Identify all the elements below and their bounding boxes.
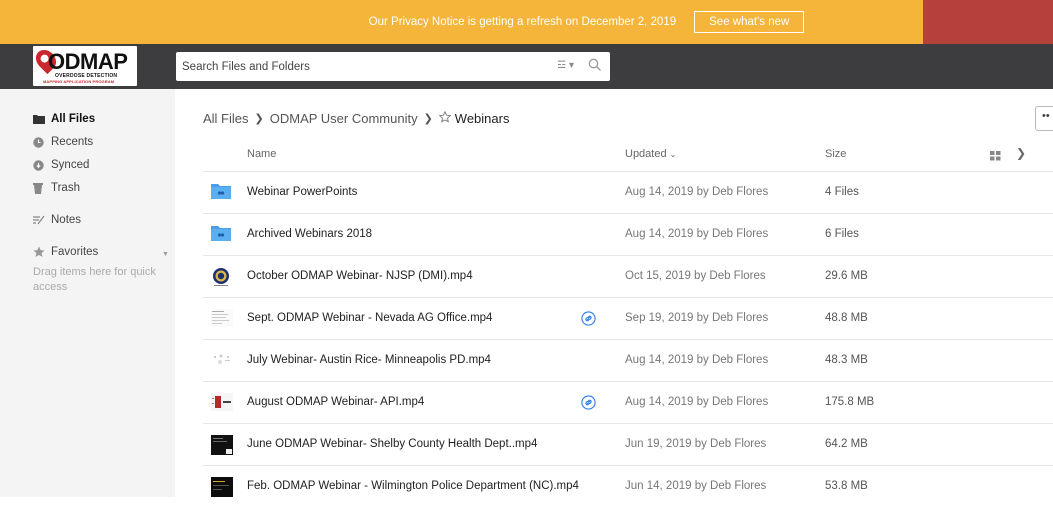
sidebar-item-trash[interactable]: Trash	[33, 182, 80, 194]
sidebar-item-favorites[interactable]: Favorites	[33, 246, 98, 258]
search-filter-icon[interactable]: ☲ ▾	[557, 60, 574, 71]
video-thumbnail	[211, 477, 233, 497]
breadcrumb: All Files ❯ ODMAP User Community ❯ Webin…	[203, 110, 510, 126]
shared-folder-icon	[211, 225, 231, 245]
search-icon[interactable]	[588, 58, 602, 77]
shared-link-icon[interactable]	[581, 311, 596, 326]
sort-chevron-down-icon: ⌄	[669, 150, 677, 159]
clock-icon	[33, 136, 47, 148]
sidebar-item-all-files[interactable]: All Files	[33, 113, 95, 125]
sidebar-item-label: Trash	[51, 182, 80, 194]
sidebar-item-label: Recents	[51, 136, 94, 148]
folder-icon	[33, 114, 47, 124]
column-header-size[interactable]: Size	[825, 148, 846, 160]
item-name[interactable]: Archived Webinars 2018	[247, 228, 372, 240]
grid-view-icon[interactable]	[990, 148, 1001, 166]
item-size: 53.8 MB	[825, 480, 868, 492]
video-thumbnail	[211, 393, 233, 413]
sidebar-item-label: All Files	[51, 113, 96, 125]
sync-icon	[33, 159, 47, 171]
item-updated: Jun 14, 2019 by Deb Flores	[625, 480, 767, 492]
item-size: 29.6 MB	[825, 270, 868, 282]
sidebar-item-label: Favorites	[51, 246, 99, 258]
folder-row[interactable]: Archived Webinars 2018 Aug 14, 2019 by De…	[203, 213, 1053, 255]
item-size: 48.8 MB	[825, 312, 868, 324]
column-header-name[interactable]: Name	[247, 148, 276, 160]
chevron-down-icon[interactable]: ▼	[162, 251, 169, 258]
top-header: ODMAP OVERDOSE DETECTION MAPPING APPLICA…	[0, 44, 1053, 89]
item-updated: Aug 14, 2019 by Deb Flores	[625, 396, 769, 408]
item-updated: Aug 14, 2019 by Deb Flores	[625, 354, 769, 366]
sidebar-item-label: Notes	[51, 214, 82, 226]
column-header-updated[interactable]: Updated ⌄	[625, 148, 676, 160]
trash-icon	[33, 182, 47, 194]
file-row[interactable]: July Webinar- Austin Rice- Minneapolis P…	[203, 339, 1053, 381]
sidebar-item-synced[interactable]: Synced	[33, 159, 89, 171]
item-name[interactable]: Webinar PowerPoints	[247, 186, 357, 198]
search-bar: ☲ ▾	[176, 52, 610, 81]
item-updated: Oct 15, 2019 by Deb Flores	[625, 270, 766, 282]
shared-link-icon[interactable]	[581, 395, 596, 410]
chevron-right-icon: ❯	[423, 113, 433, 125]
file-row[interactable]: October ODMAP Webinar- NJSP (DMI).mp4 Oct…	[203, 255, 1053, 297]
logo-tagline-2: MAPPING APPLICATION PROGRAM	[43, 79, 115, 84]
sidebar: All Files Recents Synced Trash Notes Fav…	[0, 89, 175, 497]
shared-folder-icon	[211, 183, 231, 203]
item-size: 4 Files	[825, 186, 859, 198]
item-size: 175.8 MB	[825, 396, 875, 408]
column-header-updated-label: Updated	[625, 148, 667, 160]
corner-decoration	[923, 0, 1053, 44]
item-name[interactable]: June ODMAP Webinar- Shelby County Health…	[247, 438, 537, 450]
sidebar-item-notes[interactable]: Notes	[33, 214, 81, 226]
logo-wordmark: ODMAP	[48, 49, 128, 74]
see-whats-new-button[interactable]: See what's new	[694, 11, 805, 33]
breadcrumb-odmap-user-community[interactable]: ODMAP User Community	[270, 111, 418, 126]
privacy-notice-text: Our Privacy Notice is getting a refresh …	[368, 16, 677, 28]
notes-icon	[33, 215, 47, 225]
file-row[interactable]: Feb. ODMAP Webinar - Wilmington Police D…	[203, 465, 1053, 507]
chevron-right-icon: ❯	[254, 113, 264, 125]
sidebar-item-label: Synced	[51, 159, 90, 171]
breadcrumb-all-files[interactable]: All Files	[203, 111, 249, 126]
item-updated: Aug 14, 2019 by Deb Flores	[625, 186, 769, 198]
item-name[interactable]: Feb. ODMAP Webinar - Wilmington Police D…	[247, 480, 579, 492]
file-row[interactable]: Sept. ODMAP Webinar - Nevada AG Office.m…	[203, 297, 1053, 339]
file-row[interactable]: August ODMAP Webinar- API.mp4 Aug 14, 201…	[203, 381, 1053, 423]
item-name[interactable]: Sept. ODMAP Webinar - Nevada AG Office.m…	[247, 312, 492, 324]
video-thumbnail	[211, 351, 231, 371]
star-icon	[33, 246, 47, 258]
item-size: 64.2 MB	[825, 438, 868, 450]
video-thumbnail	[211, 435, 233, 455]
star-outline-icon[interactable]	[438, 110, 452, 126]
privacy-notice-banner: Our Privacy Notice is getting a refresh …	[0, 0, 1053, 44]
video-thumbnail	[211, 309, 233, 329]
chevron-right-icon[interactable]: ❯	[1016, 146, 1026, 160]
more-options-button[interactable]: ••	[1035, 106, 1053, 131]
item-name[interactable]: October ODMAP Webinar- NJSP (DMI).mp4	[247, 270, 473, 282]
search-input[interactable]	[182, 60, 552, 73]
odmap-logo[interactable]: ODMAP OVERDOSE DETECTION MAPPING APPLICA…	[33, 46, 137, 86]
item-name[interactable]: July Webinar- Austin Rice- Minneapolis P…	[247, 354, 491, 366]
item-updated: Sep 19, 2019 by Deb Flores	[625, 312, 769, 324]
folder-row[interactable]: Webinar PowerPoints Aug 14, 2019 by Deb F…	[203, 171, 1053, 213]
video-thumbnail	[211, 267, 231, 287]
item-size: 6 Files	[825, 228, 859, 240]
sidebar-item-recents[interactable]: Recents	[33, 136, 93, 148]
item-updated: Aug 14, 2019 by Deb Flores	[625, 228, 769, 240]
file-row[interactable]: June ODMAP Webinar- Shelby County Health…	[203, 423, 1053, 465]
breadcrumb-current-folder: Webinars	[454, 111, 510, 126]
item-size: 48.3 MB	[825, 354, 868, 366]
item-name[interactable]: August ODMAP Webinar- API.mp4	[247, 396, 424, 408]
item-updated: Jun 19, 2019 by Deb Flores	[625, 438, 767, 450]
favorites-drag-hint: Drag items here for quick access	[33, 266, 156, 293]
